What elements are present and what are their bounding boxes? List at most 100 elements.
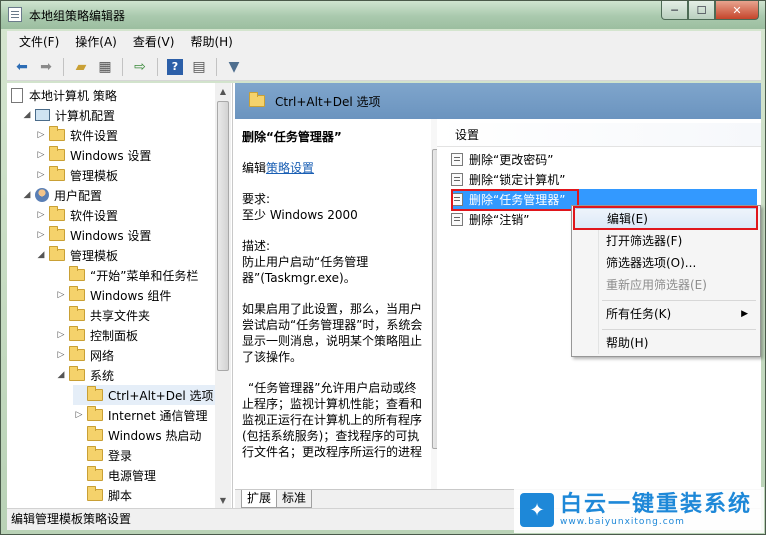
close-button[interactable]: ✕ [715,1,759,20]
tree-item[interactable]: ◢ 计算机配置 [21,105,115,125]
tree-item[interactable]: “开始”菜单和任务栏 [55,265,198,285]
edit-highlight-box [573,206,758,230]
collapsed-arrow-icon[interactable]: ▷ [73,410,85,420]
tab-extended[interactable]: 扩展 [241,490,278,508]
setting-row-change-password[interactable]: 删除“更改密码” [451,149,757,169]
description-paragraph-2: “任务管理器”允许用户启动或终止程序；监视计算机性能；查看和监视正运行在计算机上… [242,381,423,459]
collapsed-arrow-icon[interactable]: ▷ [35,210,47,220]
computer-icon [35,109,50,121]
description-block: 描述: 防止用户启动“任务管理器”(Taskmgr.exe)。 [242,238,425,286]
folder-icon [87,486,103,501]
tree-item[interactable]: ◢ 用户配置 [21,185,102,205]
folder-icon [69,366,85,381]
collapsed-arrow-icon[interactable]: ▷ [55,350,67,360]
policy-editor-icon [8,7,22,22]
setting-icon [451,172,463,186]
requirement-value: 至少 Windows 2000 [242,208,358,222]
tree-item[interactable]: ▷ 软件设置 [35,205,118,225]
menu-file[interactable]: 文件(F) [11,32,67,52]
properties-icon[interactable]: ▤ [188,56,210,78]
scroll-down-arrow-icon[interactable]: ▼ [215,492,231,508]
tree-item[interactable]: ▷ Internet 通信管理 [73,405,207,425]
policy-tree: 本地计算机 策略 ◢ 计算机配置 ▷ 软件设置 ▷ Windows 设置 ▷ 管理模板 ◢ 用户配置… [7,83,233,508]
collapsed-arrow-icon[interactable]: ▷ [55,330,67,340]
tree-item[interactable]: Ctrl+Alt+Del 选项 [73,385,220,405]
filter-icon[interactable]: ▼ [223,56,245,78]
tree-item-label: 计算机配置 [55,108,116,123]
up-folder-icon[interactable]: ▰ [70,56,92,78]
toolbar-separator [63,57,64,76]
collapsed-arrow-icon[interactable]: ▷ [35,150,47,160]
settings-column-header[interactable]: 设置 [437,123,761,147]
watermark-text: 白云一键重装系统 www.baiyunxitong.com [560,492,753,528]
tree-item[interactable]: ▷ Windows 设置 [35,145,151,165]
folder-icon [69,306,85,321]
minimize-button[interactable]: ─ [661,1,688,20]
folder-icon [49,246,65,261]
collapsed-arrow-icon[interactable]: ▷ [35,170,47,180]
scroll-thumb[interactable] [217,101,229,371]
setting-label: 删除“更改密码” [469,152,554,167]
tree-item[interactable]: ▷ 管理模板 [35,165,118,185]
window-title: 本地组策略编辑器 [29,9,126,23]
tree-item[interactable]: ▷ Windows 组件 [55,285,171,305]
folder-icon [87,406,103,421]
ctx-open-filter[interactable]: 打开筛选器(F) [574,230,758,252]
tree-item[interactable]: 登录 [73,445,132,465]
folder-icon [87,466,103,481]
folder-icon [49,206,65,221]
collapsed-arrow-icon[interactable]: ▷ [35,130,47,140]
tree-item-label: 软件设置 [70,208,119,223]
ctx-help[interactable]: 帮助(H) [574,332,758,354]
expanded-arrow-icon[interactable]: ◢ [35,250,47,260]
tab-standard[interactable]: 标准 [276,490,313,508]
menu-action[interactable]: 操作(A) [67,32,125,52]
setting-row-lock-computer[interactable]: 删除“锁定计算机” [451,169,757,189]
tree-item-label: 管理模板 [70,248,119,263]
expanded-arrow-icon[interactable]: ◢ [55,370,67,380]
tree-item[interactable]: ▷ 网络 [55,345,114,365]
tree-item-label: 系统 [90,368,115,383]
watermark-main: 白云一键重装系统 [560,492,753,517]
tree-item[interactable]: ◢ 系统 [55,365,114,385]
ctx-all-tasks[interactable]: 所有任务(K) ▶ [574,303,758,325]
tree-scrollbar[interactable]: ▲ ▼ [215,83,231,508]
help-icon[interactable]: ? [164,56,186,78]
collapsed-arrow-icon[interactable]: ▷ [35,230,47,240]
export-icon[interactable]: ⇨ [129,56,151,78]
edit-policy-link[interactable]: 策略设置 [266,161,314,175]
tree-item[interactable]: ▷ 控制面板 [55,325,138,345]
back-arrow-icon[interactable]: ⬅ [11,56,33,78]
tree-item[interactable]: 共享文件夹 [55,305,150,325]
tree-item[interactable]: ◢ 管理模板 [35,245,118,265]
ctx-filter-options[interactable]: 筛选器选项(O)... [574,252,758,274]
description-line: 防止用户启动“任务管理器”(Taskmgr.exe)。 [242,255,369,285]
collapsed-arrow-icon[interactable]: ▷ [55,290,67,300]
menu-help[interactable]: 帮助(H) [182,32,240,52]
maximize-button[interactable]: ☐ [688,1,715,20]
menu-bar: 文件(F) 操作(A) 查看(V) 帮助(H) [7,31,761,53]
folder-icon [69,286,85,301]
expanded-arrow-icon[interactable]: ◢ [21,110,33,120]
task-manager-highlight-box [451,189,579,211]
tree-item-label: 网络 [90,348,115,363]
show-hide-tree-icon[interactable]: ▦ [94,56,116,78]
menu-view[interactable]: 查看(V) [125,32,183,52]
tree-item[interactable]: 本地计算机 策略 [11,85,117,105]
folder-icon [49,126,65,141]
tree-item[interactable]: Windows 热启动 [73,425,201,445]
tree-item[interactable]: 脚本 [73,485,132,505]
submenu-arrow-icon: ▶ [741,309,748,319]
title-bar[interactable]: 本地组策略编辑器 ─ ☐ ✕ [1,1,765,29]
folder-icon [69,346,85,361]
tree-item[interactable]: ▷ Windows 设置 [35,225,151,245]
scroll-up-arrow-icon[interactable]: ▲ [215,83,231,99]
tree-item-label: 共享文件夹 [90,308,151,323]
forward-arrow-icon[interactable]: ➡ [35,56,57,78]
expanded-arrow-icon[interactable]: ◢ [21,190,33,200]
tree-item-label: Windows 组件 [90,288,172,303]
tree-item[interactable]: ▷ 软件设置 [35,125,118,145]
ctx-separator [602,329,756,330]
tree-item[interactable]: 电源管理 [73,465,156,485]
bird-logo-icon: ✦ [520,493,554,527]
